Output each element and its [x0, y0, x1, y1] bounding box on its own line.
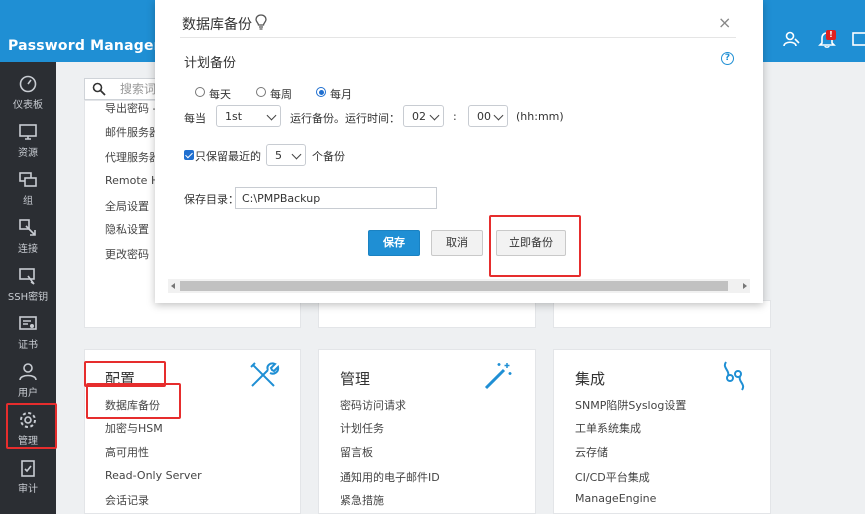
- list-item[interactable]: CI/CD平台集成: [575, 469, 650, 485]
- sidebar-item-users[interactable]: 用户: [0, 354, 56, 402]
- sidebar-item-label: 用户: [18, 388, 38, 399]
- settings-card-top-middle: [318, 300, 536, 328]
- minute-select[interactable]: 00: [468, 105, 508, 127]
- dashboard-icon: [19, 75, 37, 93]
- every-label: 每当: [184, 112, 206, 125]
- sidebar-item-resources[interactable]: 资源: [0, 114, 56, 162]
- backup-dir-label: 保存目录：: [184, 193, 239, 206]
- dialog-title: 数据库备份: [182, 17, 252, 33]
- sidebar-item-audit[interactable]: 审计: [0, 450, 56, 498]
- notification-badge-icon: !: [826, 30, 836, 40]
- list-item[interactable]: 工单系统集成: [575, 420, 641, 436]
- sidebar-item-label: 连接: [18, 244, 38, 255]
- lightbulb-icon[interactable]: [255, 14, 267, 30]
- sidebar-item-label: 资源: [18, 148, 38, 159]
- audit-icon: [21, 460, 35, 477]
- list-item[interactable]: 全局设置: [105, 198, 149, 214]
- sidebar-item-connections[interactable]: 连接: [0, 210, 56, 258]
- sidebar-item-ssh-keys[interactable]: SSH密钥: [0, 258, 56, 306]
- backup-dir-input[interactable]: C:\PMPBackup: [235, 187, 437, 209]
- search-placeholder: 搜索词: [120, 82, 157, 96]
- list-item[interactable]: 邮件服务器: [105, 124, 160, 140]
- integration-chain-icon: [723, 361, 745, 391]
- radio-daily-label: 每天: [209, 88, 231, 101]
- sidebar-item-label: 组: [23, 196, 33, 207]
- ssh-key-icon: [19, 268, 35, 285]
- integration-card-title: 集成: [575, 370, 606, 388]
- chevron-down-icon: [493, 110, 504, 121]
- sidebar-item-label: 仪表板: [13, 100, 43, 111]
- group-icon: [19, 172, 37, 187]
- scroll-right-arrow-icon[interactable]: [743, 283, 747, 289]
- list-item[interactable]: 会话记录: [105, 492, 149, 508]
- list-item[interactable]: ManageEngine: [575, 492, 656, 505]
- list-item[interactable]: 计划任务: [340, 420, 384, 436]
- highlight-box-admin: [6, 403, 57, 449]
- retain-unit: 个备份: [312, 150, 345, 163]
- list-item[interactable]: 加密与HSM: [105, 420, 163, 436]
- radio-monthly-label: 每月: [330, 88, 352, 101]
- tools-icon: [250, 362, 280, 387]
- list-item[interactable]: 隐私设置: [105, 221, 149, 237]
- sidebar-item-dashboard[interactable]: 仪表板: [0, 66, 56, 114]
- list-item[interactable]: Read-Only Server: [105, 469, 202, 482]
- schedule-backup-heading: 计划备份: [184, 56, 237, 71]
- radio-daily[interactable]: [195, 87, 205, 97]
- sidebar-item-label: 证书: [18, 340, 38, 351]
- radio-weekly[interactable]: [256, 87, 266, 97]
- certificate-icon: [19, 316, 37, 330]
- close-icon[interactable]: ×: [718, 13, 731, 32]
- hour-select[interactable]: 02: [403, 105, 444, 127]
- dialog-horizontal-scrollbar[interactable]: [168, 279, 750, 293]
- list-item[interactable]: 更改密码: [105, 246, 149, 262]
- magic-wand-icon: [484, 363, 512, 390]
- list-item[interactable]: 代理服务器: [105, 149, 160, 165]
- scroll-left-arrow-icon[interactable]: [171, 283, 175, 289]
- radio-weekly-label: 每周: [270, 88, 292, 101]
- retain-count-value: 5: [275, 149, 282, 162]
- time-separator: :: [453, 110, 457, 123]
- list-item[interactable]: 云存储: [575, 444, 608, 460]
- sidebar-item-groups[interactable]: 组: [0, 162, 56, 210]
- list-item[interactable]: 密码访问请求: [340, 397, 406, 413]
- retain-checkbox[interactable]: [184, 150, 194, 160]
- db-backup-dialog: 数据库备份 × 计划备份 ? 每天 每周 每月 每当 1st 运行备份。运行时间…: [155, 0, 763, 303]
- sidebar-item-label: SSH密钥: [7, 292, 49, 303]
- run-time-label: 运行备份。运行时间：: [290, 112, 400, 125]
- list-item[interactable]: SNMP陷阱Syslog设置: [575, 397, 686, 413]
- list-item[interactable]: 通知用的电子邮件ID: [340, 469, 440, 485]
- list-item[interactable]: 高可用性: [105, 444, 149, 460]
- chevron-down-icon: [266, 110, 277, 121]
- dialog-divider: [180, 37, 736, 38]
- connect-icon: [19, 219, 36, 236]
- sidebar-item-label: 审计: [18, 484, 38, 495]
- search-icon: [92, 82, 106, 96]
- sidebar-item-certificates[interactable]: 证书: [0, 306, 56, 354]
- scrollbar-thumb[interactable]: [180, 281, 728, 291]
- cancel-button[interactable]: 取消: [431, 230, 483, 256]
- day-select[interactable]: 1st: [216, 105, 281, 127]
- chevron-down-icon: [291, 149, 302, 160]
- chevron-down-icon: [429, 110, 440, 121]
- highlight-box-db-backup: [86, 383, 181, 419]
- time-format-hint: (hh:mm): [516, 110, 564, 123]
- save-button[interactable]: 保存: [368, 230, 420, 256]
- window-icon[interactable]: [852, 30, 865, 50]
- retain-label: 只保留最近的: [195, 150, 261, 163]
- highlight-box-backup-now: [489, 215, 581, 277]
- monitor-icon: [19, 124, 37, 140]
- manage-card-title: 管理: [340, 370, 371, 388]
- radio-monthly[interactable]: [316, 87, 326, 97]
- list-item[interactable]: 导出密码 -: [105, 100, 156, 116]
- help-icon[interactable]: ?: [721, 52, 734, 65]
- settings-card-top-right: [553, 300, 771, 328]
- hour-select-value: 02: [412, 110, 426, 123]
- list-item[interactable]: 留言板: [340, 444, 373, 460]
- minute-select-value: 00: [477, 110, 491, 123]
- user-rocket-icon[interactable]: [782, 30, 802, 50]
- day-select-value: 1st: [225, 110, 243, 123]
- retain-count-select[interactable]: 5: [266, 144, 306, 166]
- user-icon: [19, 363, 37, 381]
- list-item[interactable]: 紧急措施: [340, 492, 384, 508]
